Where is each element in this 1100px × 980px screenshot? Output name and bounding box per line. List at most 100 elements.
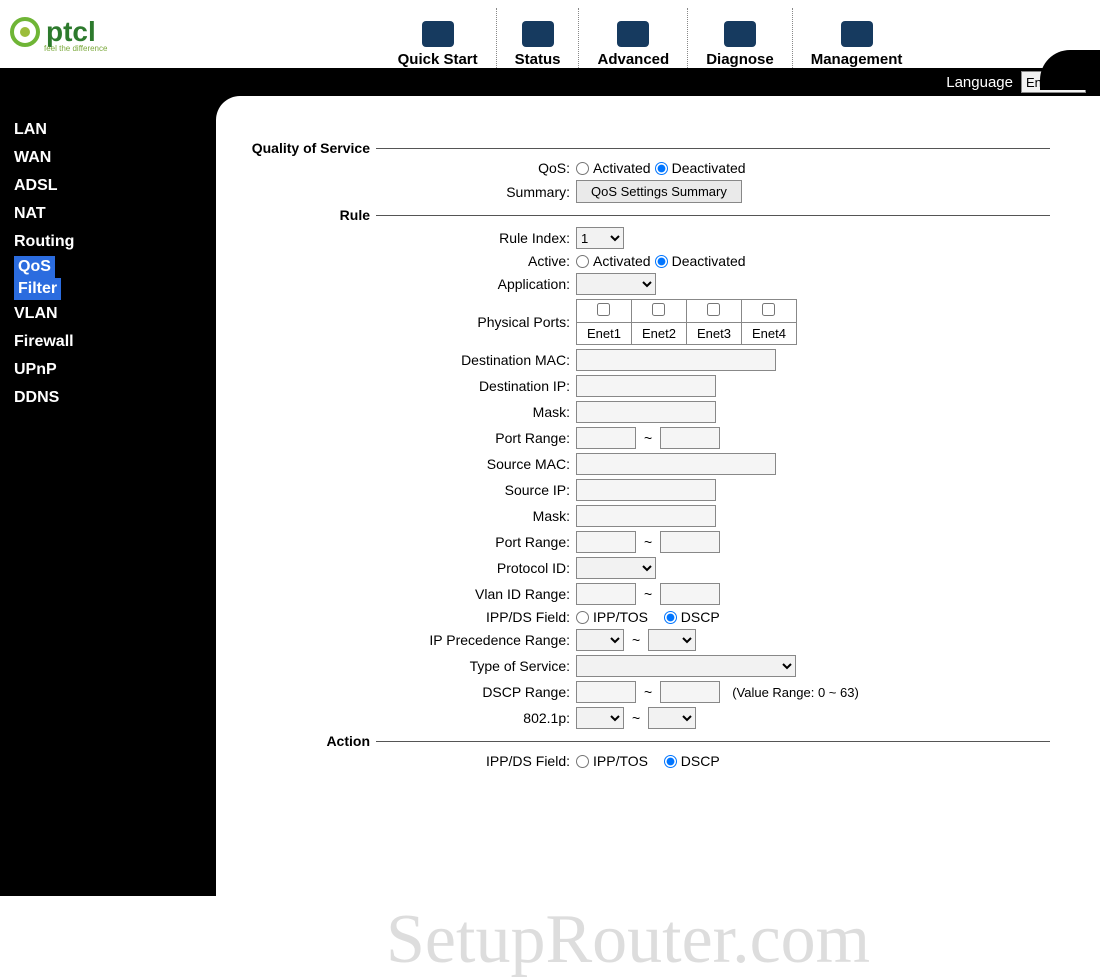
qos-activated-radio[interactable] (576, 162, 589, 175)
logo-icon (10, 17, 40, 47)
logo-text: ptcl (46, 16, 96, 48)
dscp-text: DSCP (681, 609, 720, 625)
port-range2-to-input[interactable] (660, 531, 720, 553)
vlan-to-input[interactable] (660, 583, 720, 605)
qos-deactivated-radio[interactable] (655, 162, 668, 175)
quickstart-icon (422, 21, 454, 47)
mask2-label: Mask: (246, 508, 576, 524)
active-deactivated-text: Deactivated (672, 253, 746, 269)
section-qos-title: Quality of Service (246, 140, 376, 156)
port-enet2-checkbox[interactable] (652, 303, 665, 316)
nav-quick-start[interactable]: Quick Start (380, 8, 497, 68)
ipp-ds-label: IPP/DS Field: (246, 609, 576, 625)
dscp-from-input[interactable] (576, 681, 636, 703)
qos-label: QoS: (246, 160, 576, 176)
sidebar-item-qos[interactable]: QoS (14, 256, 55, 278)
nav-label: Management (811, 51, 903, 68)
ip-prec-label: IP Precedence Range: (246, 632, 576, 648)
application-label: Application: (246, 276, 576, 292)
sidebar-item-vlan[interactable]: VLAN (14, 300, 202, 328)
port-enet3-checkbox[interactable] (707, 303, 720, 316)
port-enet1-checkbox[interactable] (597, 303, 610, 316)
rule-index-select[interactable]: 1 (576, 227, 624, 249)
ip-prec-to-select[interactable] (648, 629, 696, 651)
dest-mac-input[interactable] (576, 349, 776, 371)
action-ipp-tos-text: IPP/TOS (593, 753, 648, 769)
sidebar-item-upnp[interactable]: UPnP (14, 356, 202, 384)
ipp-tos-radio[interactable] (576, 611, 589, 624)
ipp-tos-text: IPP/TOS (593, 609, 648, 625)
action-dscp-text: DSCP (681, 753, 720, 769)
port-enet2-label: Enet2 (631, 323, 686, 345)
dscp-range-label: DSCP Range: (246, 684, 576, 700)
mask2-input[interactable] (576, 505, 716, 527)
sidebar-item-adsl[interactable]: ADSL (14, 172, 202, 200)
section-action-title: Action (246, 733, 376, 749)
port-enet4-checkbox[interactable] (762, 303, 775, 316)
nav-diagnose[interactable]: Diagnose (688, 8, 793, 68)
nav-advanced[interactable]: Advanced (579, 8, 688, 68)
watermark: SetupRouter.com (386, 900, 870, 980)
sidebar-item-wan[interactable]: WAN (14, 144, 202, 172)
tos-label: Type of Service: (246, 658, 576, 674)
management-icon (841, 21, 873, 47)
top-navbar: ptcl feel the difference Quick Start Sta… (0, 0, 1100, 68)
active-activated-radio[interactable] (576, 255, 589, 268)
src-ip-input[interactable] (576, 479, 716, 501)
status-icon (522, 21, 554, 47)
nav-management[interactable]: Management (793, 8, 921, 68)
language-label: Language (946, 74, 1013, 91)
p8021-to-select[interactable] (648, 707, 696, 729)
port-enet1-label: Enet1 (577, 323, 632, 345)
sidebar: LAN WAN ADSL NAT Routing QoS Filter VLAN… (0, 96, 216, 896)
port-enet3-label: Enet3 (686, 323, 741, 345)
port-range2-from-input[interactable] (576, 531, 636, 553)
port-range2-label: Port Range: (246, 534, 576, 550)
nav-label: Status (515, 51, 561, 68)
physical-ports-table: Enet1 Enet2 Enet3 Enet4 (576, 299, 797, 345)
sidebar-item-firewall[interactable]: Firewall (14, 328, 202, 356)
src-ip-label: Source IP: (246, 482, 576, 498)
action-ipp-tos-radio[interactable] (576, 755, 589, 768)
protocol-select[interactable] (576, 557, 656, 579)
port-range-from-input[interactable] (576, 427, 636, 449)
content-panel: SetupRouter.com Quality of Service QoS: … (216, 96, 1100, 896)
summary-label: Summary: (246, 184, 576, 200)
rule-index-label: Rule Index: (246, 230, 576, 246)
qos-deactivated-text: Deactivated (672, 160, 746, 176)
p8021-from-select[interactable] (576, 707, 624, 729)
ip-prec-from-select[interactable] (576, 629, 624, 651)
action-dscp-radio[interactable] (664, 755, 677, 768)
qos-activated-text: Activated (593, 160, 651, 176)
sidebar-item-filter[interactable]: Filter (14, 278, 61, 300)
dscp-radio[interactable] (664, 611, 677, 624)
active-activated-text: Activated (593, 253, 651, 269)
main-nav: Quick Start Status Advanced Diagnose Man… (200, 0, 1100, 68)
application-select[interactable] (576, 273, 656, 295)
src-mac-label: Source MAC: (246, 456, 576, 472)
src-mac-input[interactable] (576, 453, 776, 475)
protocol-label: Protocol ID: (246, 560, 576, 576)
language-bar: Language English (0, 68, 1100, 96)
active-label: Active: (246, 253, 576, 269)
sidebar-item-nat[interactable]: NAT (14, 200, 202, 228)
section-rule-title: Rule (246, 207, 376, 223)
nav-status[interactable]: Status (497, 8, 580, 68)
qos-summary-button[interactable]: QoS Settings Summary (576, 180, 742, 203)
active-deactivated-radio[interactable] (655, 255, 668, 268)
sidebar-item-ddns[interactable]: DDNS (14, 384, 202, 412)
diagnose-icon (724, 21, 756, 47)
mask-input[interactable] (576, 401, 716, 423)
vlan-from-input[interactable] (576, 583, 636, 605)
port-range-to-input[interactable] (660, 427, 720, 449)
sidebar-item-routing[interactable]: Routing (14, 228, 202, 256)
vlan-range-label: Vlan ID Range: (246, 586, 576, 602)
dscp-note: (Value Range: 0 ~ 63) (732, 685, 859, 700)
tos-select[interactable] (576, 655, 796, 677)
action-ipp-ds-label: IPP/DS Field: (246, 753, 576, 769)
sidebar-item-lan[interactable]: LAN (14, 116, 202, 144)
dscp-to-input[interactable] (660, 681, 720, 703)
nav-label: Advanced (597, 51, 669, 68)
mask-label: Mask: (246, 404, 576, 420)
dest-ip-input[interactable] (576, 375, 716, 397)
